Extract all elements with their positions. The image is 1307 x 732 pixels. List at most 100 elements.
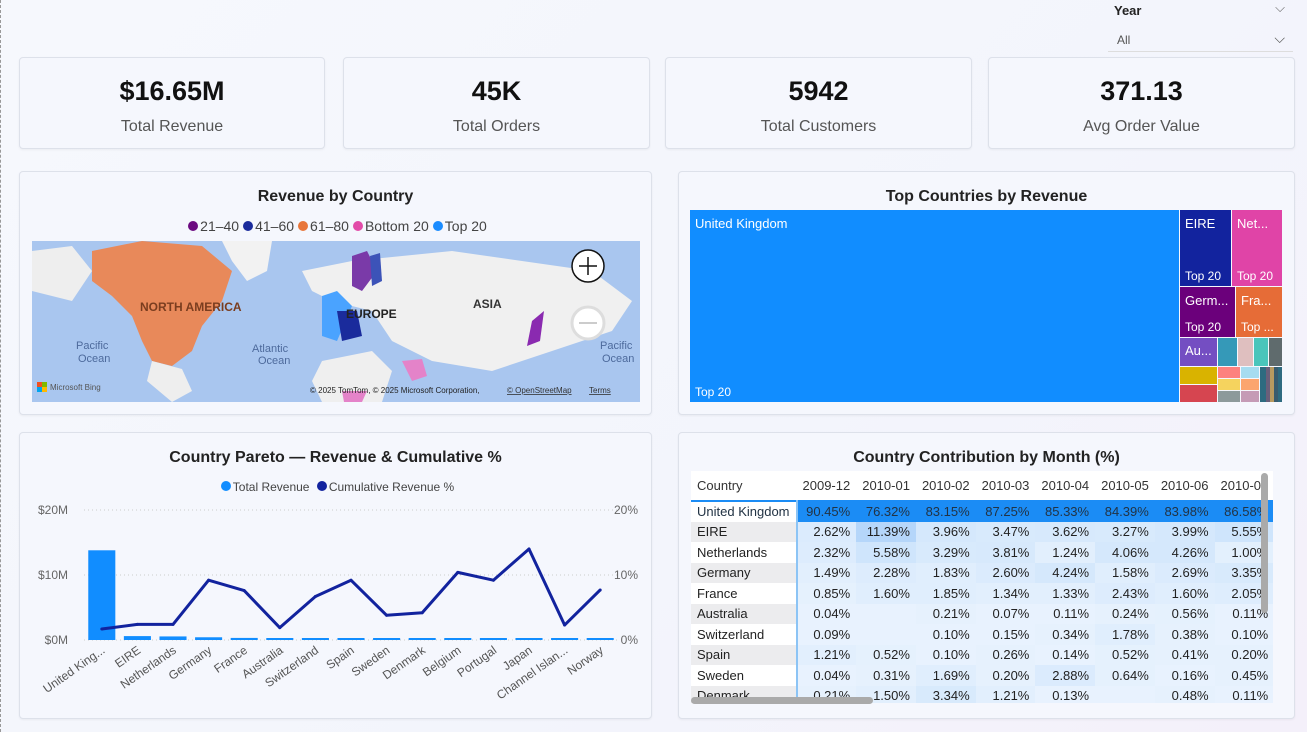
tile-label: Fra... <box>1241 293 1272 308</box>
table-cell: 3.81% <box>975 542 1036 563</box>
bar[interactable] <box>373 638 401 640</box>
bar[interactable] <box>479 638 507 640</box>
tile-eire[interactable]: EIRE Top 20 <box>1180 210 1231 286</box>
tile[interactable] <box>1238 338 1253 366</box>
column-header[interactable]: 2010-05 <box>1095 471 1155 501</box>
bar[interactable] <box>230 637 258 640</box>
table-cell: 1.83% <box>915 562 976 583</box>
line-point[interactable] <box>100 627 104 631</box>
table-cell: 0.04% <box>796 665 857 686</box>
table-cell: 0.64% <box>1095 665 1155 686</box>
column-header[interactable]: 2010-02 <box>916 471 976 501</box>
tile[interactable] <box>1218 379 1240 390</box>
kpi-label: Total Customers <box>760 118 877 135</box>
tile-france[interactable]: Fra... Top ... <box>1236 287 1282 337</box>
zoom-in-button[interactable] <box>571 249 605 283</box>
row-header: Spain <box>691 644 798 665</box>
table-cell: 0.26% <box>975 644 1036 665</box>
line-point[interactable] <box>242 589 246 593</box>
tile-label: Germ... <box>1185 293 1229 308</box>
tile[interactable] <box>1254 338 1268 366</box>
line-point[interactable] <box>135 622 139 626</box>
bar[interactable] <box>266 638 294 640</box>
line-point[interactable] <box>349 578 353 582</box>
line-point[interactable] <box>598 588 602 592</box>
table-cell: 0.10% <box>1214 624 1273 645</box>
table-cell: 0.20% <box>975 665 1036 686</box>
osm-link[interactable]: © OpenStreetMap <box>507 386 572 395</box>
bar[interactable] <box>444 638 472 640</box>
row-header: EIRE <box>691 521 798 542</box>
cumulative-line[interactable] <box>101 547 602 631</box>
bar[interactable] <box>123 636 151 640</box>
column-header[interactable]: Country <box>691 471 797 501</box>
tile-germany[interactable]: Germ... Top 20 <box>1180 287 1235 337</box>
label-north-america: NORTH AMERICA <box>140 300 242 314</box>
table-cell: 3.47% <box>975 521 1036 542</box>
map[interactable]: NORTH AMERICA EUROPE ASIA Pacific Ocean … <box>32 241 640 402</box>
table-cell: 1.69% <box>915 665 976 686</box>
bar[interactable] <box>551 638 579 640</box>
line-point[interactable] <box>385 613 389 617</box>
line-point[interactable] <box>527 547 531 551</box>
table-cell <box>1095 685 1155 703</box>
table-cell: 1.78% <box>1095 624 1155 645</box>
label-asia: ASIA <box>473 297 502 311</box>
line-point[interactable] <box>491 578 495 582</box>
tile[interactable] <box>1218 338 1237 366</box>
y-tick-label: $0M <box>45 633 68 647</box>
tile[interactable] <box>1218 367 1240 378</box>
bar[interactable] <box>515 638 543 640</box>
tile[interactable] <box>1241 391 1259 402</box>
table-cell: 4.26% <box>1154 542 1215 563</box>
tile[interactable] <box>1269 338 1282 366</box>
tile[interactable] <box>1180 367 1217 384</box>
row-header: Switzerland <box>691 624 798 645</box>
line-point[interactable] <box>278 626 282 630</box>
column-header[interactable]: 2010-03 <box>976 471 1036 501</box>
column-header[interactable]: 2010-01 <box>856 471 916 501</box>
bar[interactable] <box>301 638 329 640</box>
line-point[interactable] <box>313 594 317 598</box>
year-dropdown[interactable]: All ⌵ <box>1108 28 1293 52</box>
terms-link[interactable]: Terms <box>589 386 611 395</box>
table-cell: 2.62% <box>796 521 857 542</box>
treemap[interactable]: United Kingdom Top 20 EIRE Top 20 Net... To… <box>690 210 1282 402</box>
tile-australia[interactable]: Au... <box>1180 338 1217 366</box>
table-cell: 2.69% <box>1154 562 1215 583</box>
table-cell: 0.14% <box>1035 644 1096 665</box>
tile-group: Top 20 <box>695 385 732 399</box>
tile[interactable] <box>1241 379 1259 390</box>
tile[interactable] <box>1218 391 1240 402</box>
horizontal-scrollbar[interactable] <box>691 697 873 704</box>
bar[interactable] <box>195 637 223 640</box>
table-cell: 1.49% <box>796 562 857 583</box>
line-point[interactable] <box>420 611 424 615</box>
tile-netherlands[interactable]: Net... Top 20 <box>1232 210 1282 286</box>
tile-small-countries[interactable] <box>1260 367 1282 402</box>
zoom-out-button[interactable] <box>570 305 606 341</box>
line-point[interactable] <box>171 622 175 626</box>
matrix-table: Country 2009-12 2010-01 2010-02 2010-03 2010-… <box>691 471 1273 703</box>
bar[interactable] <box>337 638 365 640</box>
line-point[interactable] <box>456 570 460 574</box>
line-point[interactable] <box>207 578 211 582</box>
table-cell: 0.10% <box>915 624 976 645</box>
bing-logo-icon <box>37 382 47 392</box>
label-atlantic: Atlantic <box>252 343 289 355</box>
bar[interactable] <box>159 636 187 640</box>
vertical-scrollbar[interactable] <box>1261 473 1268 613</box>
column-header[interactable]: 2010-06 <box>1155 471 1215 501</box>
column-header[interactable]: 2009-12 <box>797 471 857 501</box>
legend-dot-icon <box>352 221 363 231</box>
line-point[interactable] <box>563 623 567 627</box>
table-cell: 1.85% <box>915 583 976 604</box>
chevron-down-icon[interactable]: ⌵ <box>1275 0 1285 16</box>
legend-label: 41–60 <box>255 218 295 234</box>
tile[interactable] <box>1241 367 1259 378</box>
bar[interactable] <box>408 638 436 640</box>
tile-united-kingdom[interactable]: United Kingdom Top 20 <box>690 210 1179 402</box>
tile[interactable] <box>1180 385 1217 402</box>
column-header[interactable]: 2010-04 <box>1035 471 1095 501</box>
bar[interactable] <box>586 638 614 640</box>
